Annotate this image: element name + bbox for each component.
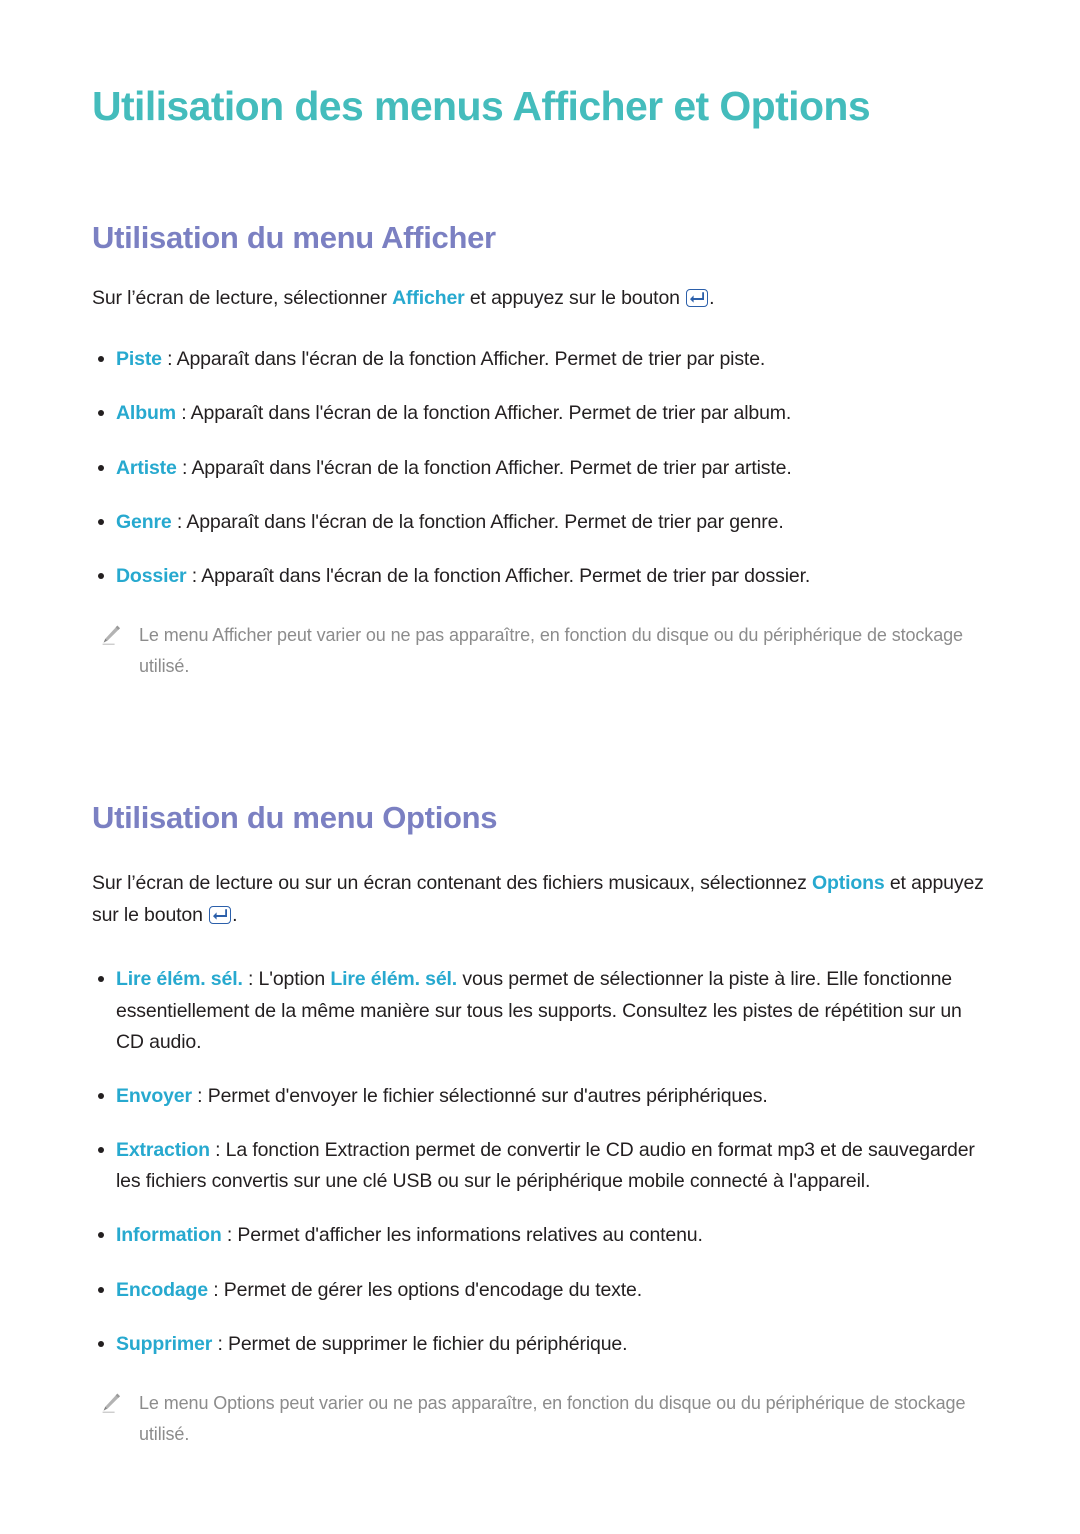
- list-item-text: : Permet d'afficher les informations rel…: [221, 1224, 703, 1247]
- list-item: Encodage : Permet de gérer les options d…: [92, 1275, 984, 1306]
- list-item-text: : Apparaît dans l'écran de la fonction A…: [186, 564, 811, 587]
- keyword-afficher: Afficher: [392, 286, 465, 309]
- list-item-term: Genre: [116, 510, 172, 533]
- list-item: Envoyer : Permet d'envoyer le fichier sé…: [92, 1081, 984, 1112]
- list-item: Dossier : Apparaît dans l'écran de la fo…: [92, 561, 984, 592]
- note-afficher: Le menu Afficher peut varier ou ne pas a…: [92, 620, 984, 682]
- list-item-term: Encodage: [116, 1278, 208, 1301]
- pencil-icon: [98, 1390, 124, 1416]
- list-item: Extraction : La fonction Extraction perm…: [92, 1135, 984, 1197]
- list-item: Artiste : Apparaît dans l'écran de la fo…: [92, 453, 984, 484]
- section-heading-options: Utilisation du menu Options: [92, 799, 498, 835]
- list-item: Piste : Apparaît dans l'écran de la fonc…: [92, 344, 984, 375]
- list-item: Information : Permet d'afficher les info…: [92, 1220, 984, 1251]
- list-item-text: : Permet d'envoyer le fichier sélectionn…: [191, 1084, 768, 1107]
- keyword-options: Options: [811, 872, 885, 895]
- note-text: Le menu Afficher peut varier ou ne pas a…: [139, 625, 963, 677]
- note-text: Le menu Options peut varier ou ne pas ap…: [139, 1393, 966, 1444]
- list-item: Album : Apparaît dans l'écran de la fonc…: [92, 398, 984, 429]
- intro-text-before: Sur l’écran de lecture ou sur un écran c…: [92, 872, 812, 895]
- list-item-text: : Apparaît dans l'écran de la fonction A…: [176, 456, 792, 479]
- list-item-term: Dossier: [116, 564, 187, 587]
- intro-text-end: .: [232, 903, 238, 926]
- list-item-text: : Apparaît dans l'écran de la fonction A…: [171, 510, 784, 533]
- list-item-term: Extraction: [116, 1139, 210, 1162]
- list-item-term: Artiste: [116, 456, 177, 479]
- list-item-text: : Permet de supprimer le fichier du péri…: [212, 1332, 628, 1355]
- section-heading-afficher: Utilisation du menu Afficher: [92, 220, 496, 256]
- intro-text-after: et appuyez sur le bouton: [464, 286, 686, 309]
- intro-text-before: Sur l’écran de lecture, sélectionner: [92, 286, 393, 309]
- enter-key-icon: [209, 905, 232, 924]
- afficher-option-list: Piste : Apparaît dans l'écran de la fonc…: [92, 314, 984, 592]
- list-item-term: Supprimer: [116, 1332, 213, 1355]
- pencil-icon: [98, 622, 124, 648]
- list-item-term: Envoyer: [116, 1084, 192, 1107]
- section-afficher: Utilisation du menu Afficher Sur l’écran…: [92, 130, 984, 682]
- options-option-list: Lire élém. sél. : L'option Lire élém. sé…: [92, 931, 984, 1360]
- intro-text-end: .: [709, 286, 715, 309]
- list-item-term: Piste: [116, 348, 162, 371]
- document-page: Utilisation des menus Afficher et Option…: [0, 0, 1080, 1450]
- list-item-term-secondary: Lire élém. sél.: [330, 968, 458, 991]
- page-title: Utilisation des menus Afficher et Option…: [92, 83, 871, 129]
- list-item-text: : Permet de gérer les options d'encodage…: [208, 1278, 643, 1301]
- list-item: Lire élém. sél. : L'option Lire élém. sé…: [92, 964, 984, 1058]
- list-item-text: : Apparaît dans l'écran de la fonction A…: [161, 348, 766, 371]
- list-item-term: Information: [116, 1224, 222, 1247]
- list-item-text: : L'option: [242, 968, 331, 991]
- list-item: Supprimer : Permet de supprimer le fichi…: [92, 1329, 984, 1360]
- list-item: Genre : Apparaît dans l'écran de la fonc…: [92, 507, 984, 538]
- list-item-text: : La fonction Extraction permet de conve…: [116, 1139, 975, 1193]
- list-item-text: : Apparaît dans l'écran de la fonction A…: [175, 402, 792, 425]
- list-item-term: Album: [116, 402, 176, 425]
- note-options: Le menu Options peut varier ou ne pas ap…: [92, 1388, 984, 1450]
- intro-paragraph-afficher: Sur l’écran de lecture, sélectionner Aff…: [92, 257, 984, 315]
- enter-key-icon: [686, 288, 709, 307]
- section-options: Utilisation du menu Options Sur l’écran …: [92, 682, 984, 1450]
- intro-paragraph-options: Sur l’écran de lecture ou sur un écran c…: [92, 836, 984, 931]
- list-item-term: Lire élém. sél.: [116, 968, 243, 991]
